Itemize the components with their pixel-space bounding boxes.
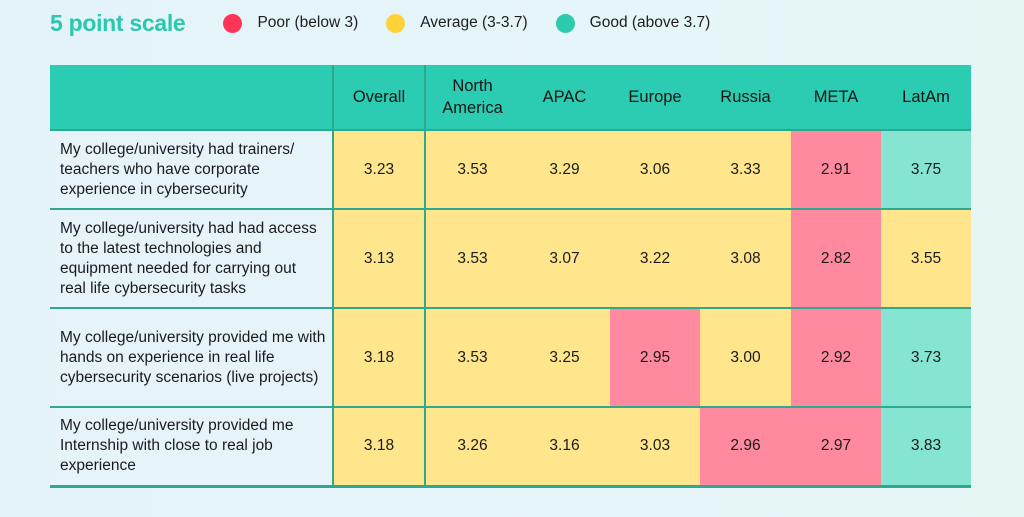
scale-title: 5 point scale: [50, 9, 186, 36]
cell-latam: 3.83: [881, 406, 971, 488]
cell-russia: 2.96: [700, 406, 791, 488]
legend-label-good: Good (above 3.7): [589, 14, 711, 31]
ratings-table: Overall North America APAC Europe Russia…: [50, 65, 971, 488]
cell-russia: 3.08: [700, 208, 791, 308]
column-header-russia: Russia: [700, 65, 791, 130]
cell-europe: 3.06: [610, 129, 700, 209]
cell-meta: 2.97: [791, 406, 881, 488]
legend-item-poor: Poor (below 3): [223, 13, 359, 33]
legend-item-good: Good (above 3.7): [555, 13, 711, 33]
cell-latam: 3.75: [881, 129, 971, 209]
row-label: My college/university had trainers/ teac…: [50, 129, 334, 209]
cell-north-america: 3.26: [425, 406, 519, 488]
cell-overall: 3.23: [333, 129, 426, 209]
cell-north-america: 3.53: [425, 307, 519, 407]
poor-dot-icon: [223, 13, 243, 33]
column-header-latam: LatAm: [881, 65, 971, 130]
cell-apac: 3.29: [519, 129, 610, 209]
cell-north-america: 3.53: [425, 208, 519, 308]
row-label: My college/university had had access to …: [50, 208, 334, 308]
cell-apac: 3.07: [519, 208, 610, 308]
cell-latam: 3.73: [881, 307, 971, 407]
table-row: My college/university had had access to …: [50, 208, 971, 308]
cell-meta: 2.82: [791, 208, 881, 308]
cell-apac: 3.25: [519, 307, 610, 407]
cell-north-america: 3.53: [425, 129, 519, 209]
average-dot-icon: [386, 13, 406, 33]
header-corner: [50, 65, 334, 130]
column-header-north-america: North America: [425, 65, 519, 130]
column-header-overall: Overall: [333, 65, 426, 130]
legend-label-poor: Poor (below 3): [257, 14, 359, 31]
cell-europe: 2.95: [610, 307, 700, 407]
cell-meta: 2.92: [791, 307, 881, 407]
cell-europe: 3.03: [610, 406, 700, 488]
cell-overall: 3.18: [333, 307, 426, 407]
cell-russia: 3.00: [700, 307, 791, 407]
column-header-north-america-label: North America: [442, 77, 503, 117]
column-header-europe: Europe: [610, 65, 700, 130]
row-label: My college/university provided me Intern…: [50, 406, 334, 488]
table-row: My college/university had trainers/ teac…: [50, 129, 971, 209]
cell-latam: 3.55: [881, 208, 971, 308]
cell-meta: 2.91: [791, 129, 881, 209]
row-label: My college/university provided me with h…: [50, 307, 334, 407]
header-row: Overall North America APAC Europe Russia…: [50, 65, 971, 130]
cell-overall: 3.13: [333, 208, 426, 308]
table-row: My college/university provided me Intern…: [50, 406, 971, 488]
cell-apac: 3.16: [519, 406, 610, 488]
cell-overall: 3.18: [333, 406, 426, 488]
column-header-meta: META: [791, 65, 881, 130]
column-header-apac: APAC: [519, 65, 610, 130]
good-dot-icon: [555, 13, 575, 33]
legend: 5 point scale Poor (below 3) Average (3-…: [50, 8, 738, 38]
legend-label-average: Average (3-3.7): [420, 14, 528, 31]
table-row: My college/university provided me with h…: [50, 307, 971, 407]
cell-europe: 3.22: [610, 208, 700, 308]
cell-russia: 3.33: [700, 129, 791, 209]
legend-item-average: Average (3-3.7): [386, 13, 528, 33]
